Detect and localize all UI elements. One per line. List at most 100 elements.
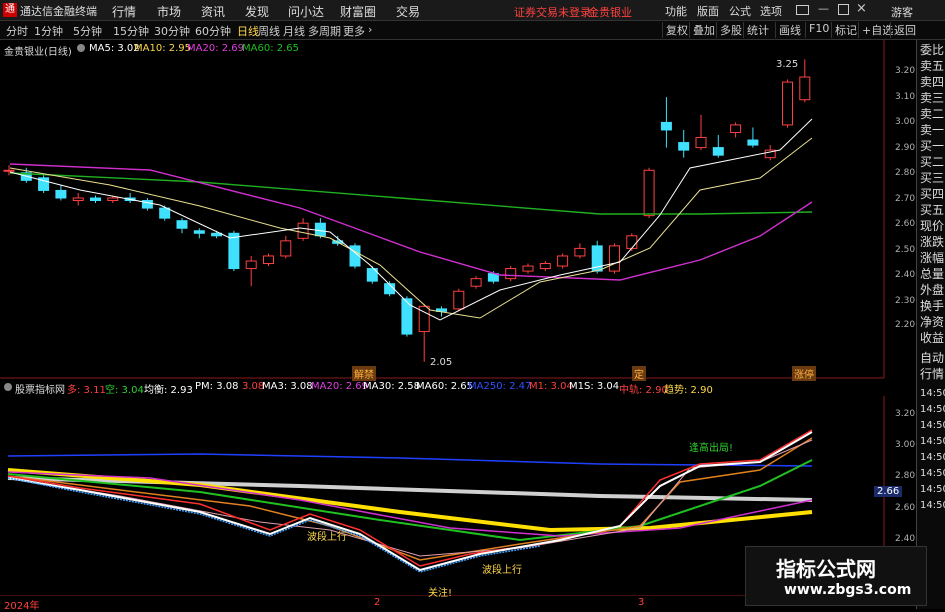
candle bbox=[453, 290, 465, 310]
period-daily[interactable]: 日线 bbox=[237, 23, 259, 39]
quote-sidebar: 委比 卖五 卖四 卖三 卖二 卖一 买一 买二 买三 买四 买五 现价 涨跌 涨… bbox=[916, 40, 945, 609]
sidebar-price[interactable]: 现价 bbox=[920, 220, 944, 232]
menu-caifuquan[interactable]: 财富圈 bbox=[340, 3, 376, 20]
minimize-icon[interactable]: — bbox=[818, 2, 829, 15]
sidebar-time: 14:50 bbox=[920, 388, 945, 399]
indicator-gear-icon[interactable] bbox=[4, 383, 12, 391]
event-unlock-badge[interactable]: 解禁 bbox=[352, 366, 376, 381]
candle bbox=[401, 298, 413, 335]
period-1min[interactable]: 1分钟 bbox=[34, 23, 63, 39]
menu-hangqing[interactable]: 行情 bbox=[112, 3, 136, 20]
menu-xuanxiang[interactable]: 选项 bbox=[760, 3, 782, 19]
menu-gongneng[interactable]: 功能 bbox=[665, 3, 687, 19]
menu-jiaoyi[interactable]: 交易 bbox=[396, 3, 420, 20]
candle bbox=[90, 197, 101, 202]
ind-ma60: MA60: 2.65 bbox=[416, 381, 474, 392]
btn-biaoji[interactable]: 标记 bbox=[831, 22, 860, 38]
btn-fanhui[interactable]: 返回 bbox=[890, 22, 919, 38]
sidebar-pct[interactable]: 涨幅 bbox=[920, 252, 944, 264]
sidebar-sell4[interactable]: 卖四 bbox=[920, 76, 944, 88]
event-ding-badge[interactable]: 定 bbox=[632, 366, 646, 381]
kline-chart[interactable] bbox=[0, 40, 916, 380]
sidebar-volume[interactable]: 总量 bbox=[920, 268, 944, 280]
sidebar-outer[interactable]: 外盘 bbox=[920, 284, 944, 296]
candle bbox=[522, 265, 534, 272]
sidebar-sell1[interactable]: 卖一 bbox=[920, 124, 944, 136]
ind-pm: PM: 3.08 bbox=[195, 381, 239, 392]
candle bbox=[297, 222, 309, 239]
ind-y-tick: 2.40 bbox=[895, 534, 916, 544]
ind-y-tick: 3.00 bbox=[895, 440, 916, 450]
y-tick: 2.50 bbox=[895, 245, 916, 255]
sidebar-auto[interactable]: 自动 bbox=[920, 352, 944, 364]
period-more[interactable]: 更多 bbox=[343, 23, 365, 39]
y-tick: 2.20 bbox=[895, 320, 916, 330]
sidebar-earnings[interactable]: 收益 bbox=[920, 332, 944, 344]
current-stock: 金贵银业 bbox=[588, 6, 632, 19]
ind-zhonggui: 中轨: 2.90 bbox=[619, 385, 668, 396]
y-tick: 2.30 bbox=[895, 296, 916, 306]
sidebar-turnover[interactable]: 换手 bbox=[920, 300, 944, 312]
candle bbox=[314, 222, 326, 237]
y-tick: 3.00 bbox=[895, 117, 916, 127]
menu-banmian[interactable]: 版面 bbox=[697, 3, 719, 19]
chevron-right-icon[interactable]: › bbox=[368, 23, 372, 36]
menu-faxian[interactable]: 发现 bbox=[245, 3, 269, 20]
candle bbox=[193, 230, 205, 234]
y-tick: 2.80 bbox=[895, 168, 916, 178]
menu-gongshi[interactable]: 公式 bbox=[729, 3, 751, 19]
candle bbox=[678, 142, 690, 151]
ind-ma3: MA3: 3.08 bbox=[262, 381, 313, 392]
btn-diejia[interactable]: 叠加 bbox=[689, 22, 718, 38]
period-weekly[interactable]: 周线 bbox=[258, 23, 280, 39]
app-logo-icon: 通 bbox=[3, 3, 17, 17]
menu-zixun[interactable]: 资讯 bbox=[201, 3, 225, 20]
candle bbox=[626, 235, 638, 249]
period-monthly[interactable]: 月线 bbox=[283, 23, 305, 39]
btn-fuquan[interactable]: 复权 bbox=[662, 22, 691, 38]
candle bbox=[747, 139, 759, 146]
sidebar-buy2[interactable]: 买二 bbox=[920, 156, 944, 168]
period-5min[interactable]: 5分钟 bbox=[73, 23, 102, 39]
login-status[interactable]: 证券交易未登录 bbox=[514, 4, 591, 20]
btn-f10[interactable]: F10 bbox=[805, 22, 832, 38]
y-tick: 3.10 bbox=[895, 92, 916, 102]
sidebar-weibi[interactable]: 委比 bbox=[920, 44, 944, 56]
period-15min[interactable]: 15分钟 bbox=[113, 23, 149, 39]
close-icon[interactable]: × bbox=[856, 1, 867, 16]
mail-icon[interactable] bbox=[796, 5, 809, 15]
candle bbox=[470, 278, 482, 287]
y-tick: 2.90 bbox=[895, 143, 916, 153]
sidebar-buy1[interactable]: 买一 bbox=[920, 140, 944, 152]
period-60min[interactable]: 60分钟 bbox=[195, 23, 231, 39]
candle bbox=[280, 240, 292, 257]
candle bbox=[72, 197, 84, 202]
sidebar-netasset[interactable]: 净资 bbox=[920, 316, 944, 328]
ind-m1: M1: 3.04 bbox=[529, 381, 573, 392]
btn-tongji[interactable]: 统计 bbox=[743, 22, 772, 38]
sidebar-buy5[interactable]: 买五 bbox=[920, 204, 944, 216]
sidebar-sell3[interactable]: 卖三 bbox=[920, 92, 944, 104]
sidebar-sell2[interactable]: 卖二 bbox=[920, 108, 944, 120]
btn-huaxian[interactable]: 画线 bbox=[775, 22, 804, 38]
sidebar-buy3[interactable]: 买三 bbox=[920, 172, 944, 184]
candle bbox=[557, 255, 569, 267]
guest-label[interactable]: 游客 bbox=[891, 4, 913, 20]
maximize-icon[interactable] bbox=[838, 4, 849, 15]
period-fenshi[interactable]: 分时 bbox=[6, 23, 28, 39]
candle bbox=[660, 121, 672, 131]
btn-duogu[interactable]: 多股 bbox=[716, 22, 745, 38]
period-30min[interactable]: 30分钟 bbox=[154, 23, 190, 39]
sidebar-time: 14:50 bbox=[920, 500, 945, 511]
period-multi[interactable]: 多周期 bbox=[308, 23, 341, 39]
sidebar-change[interactable]: 涨跌 bbox=[920, 236, 944, 248]
menu-wenxiaoda[interactable]: 问小达 bbox=[288, 3, 324, 20]
app-name: 通达信金融终端 bbox=[20, 5, 97, 18]
menu-shichang[interactable]: 市场 bbox=[157, 3, 181, 20]
annotation-exit: 逢高出局! bbox=[689, 443, 734, 454]
sidebar-buy4[interactable]: 买四 bbox=[920, 188, 944, 200]
sidebar-market[interactable]: 行情 bbox=[920, 368, 944, 380]
event-limitup-badge[interactable]: 涨停 bbox=[792, 366, 816, 381]
sidebar-sell5[interactable]: 卖五 bbox=[920, 60, 944, 72]
ind-ma250: MA250: 2.47 bbox=[468, 381, 532, 392]
